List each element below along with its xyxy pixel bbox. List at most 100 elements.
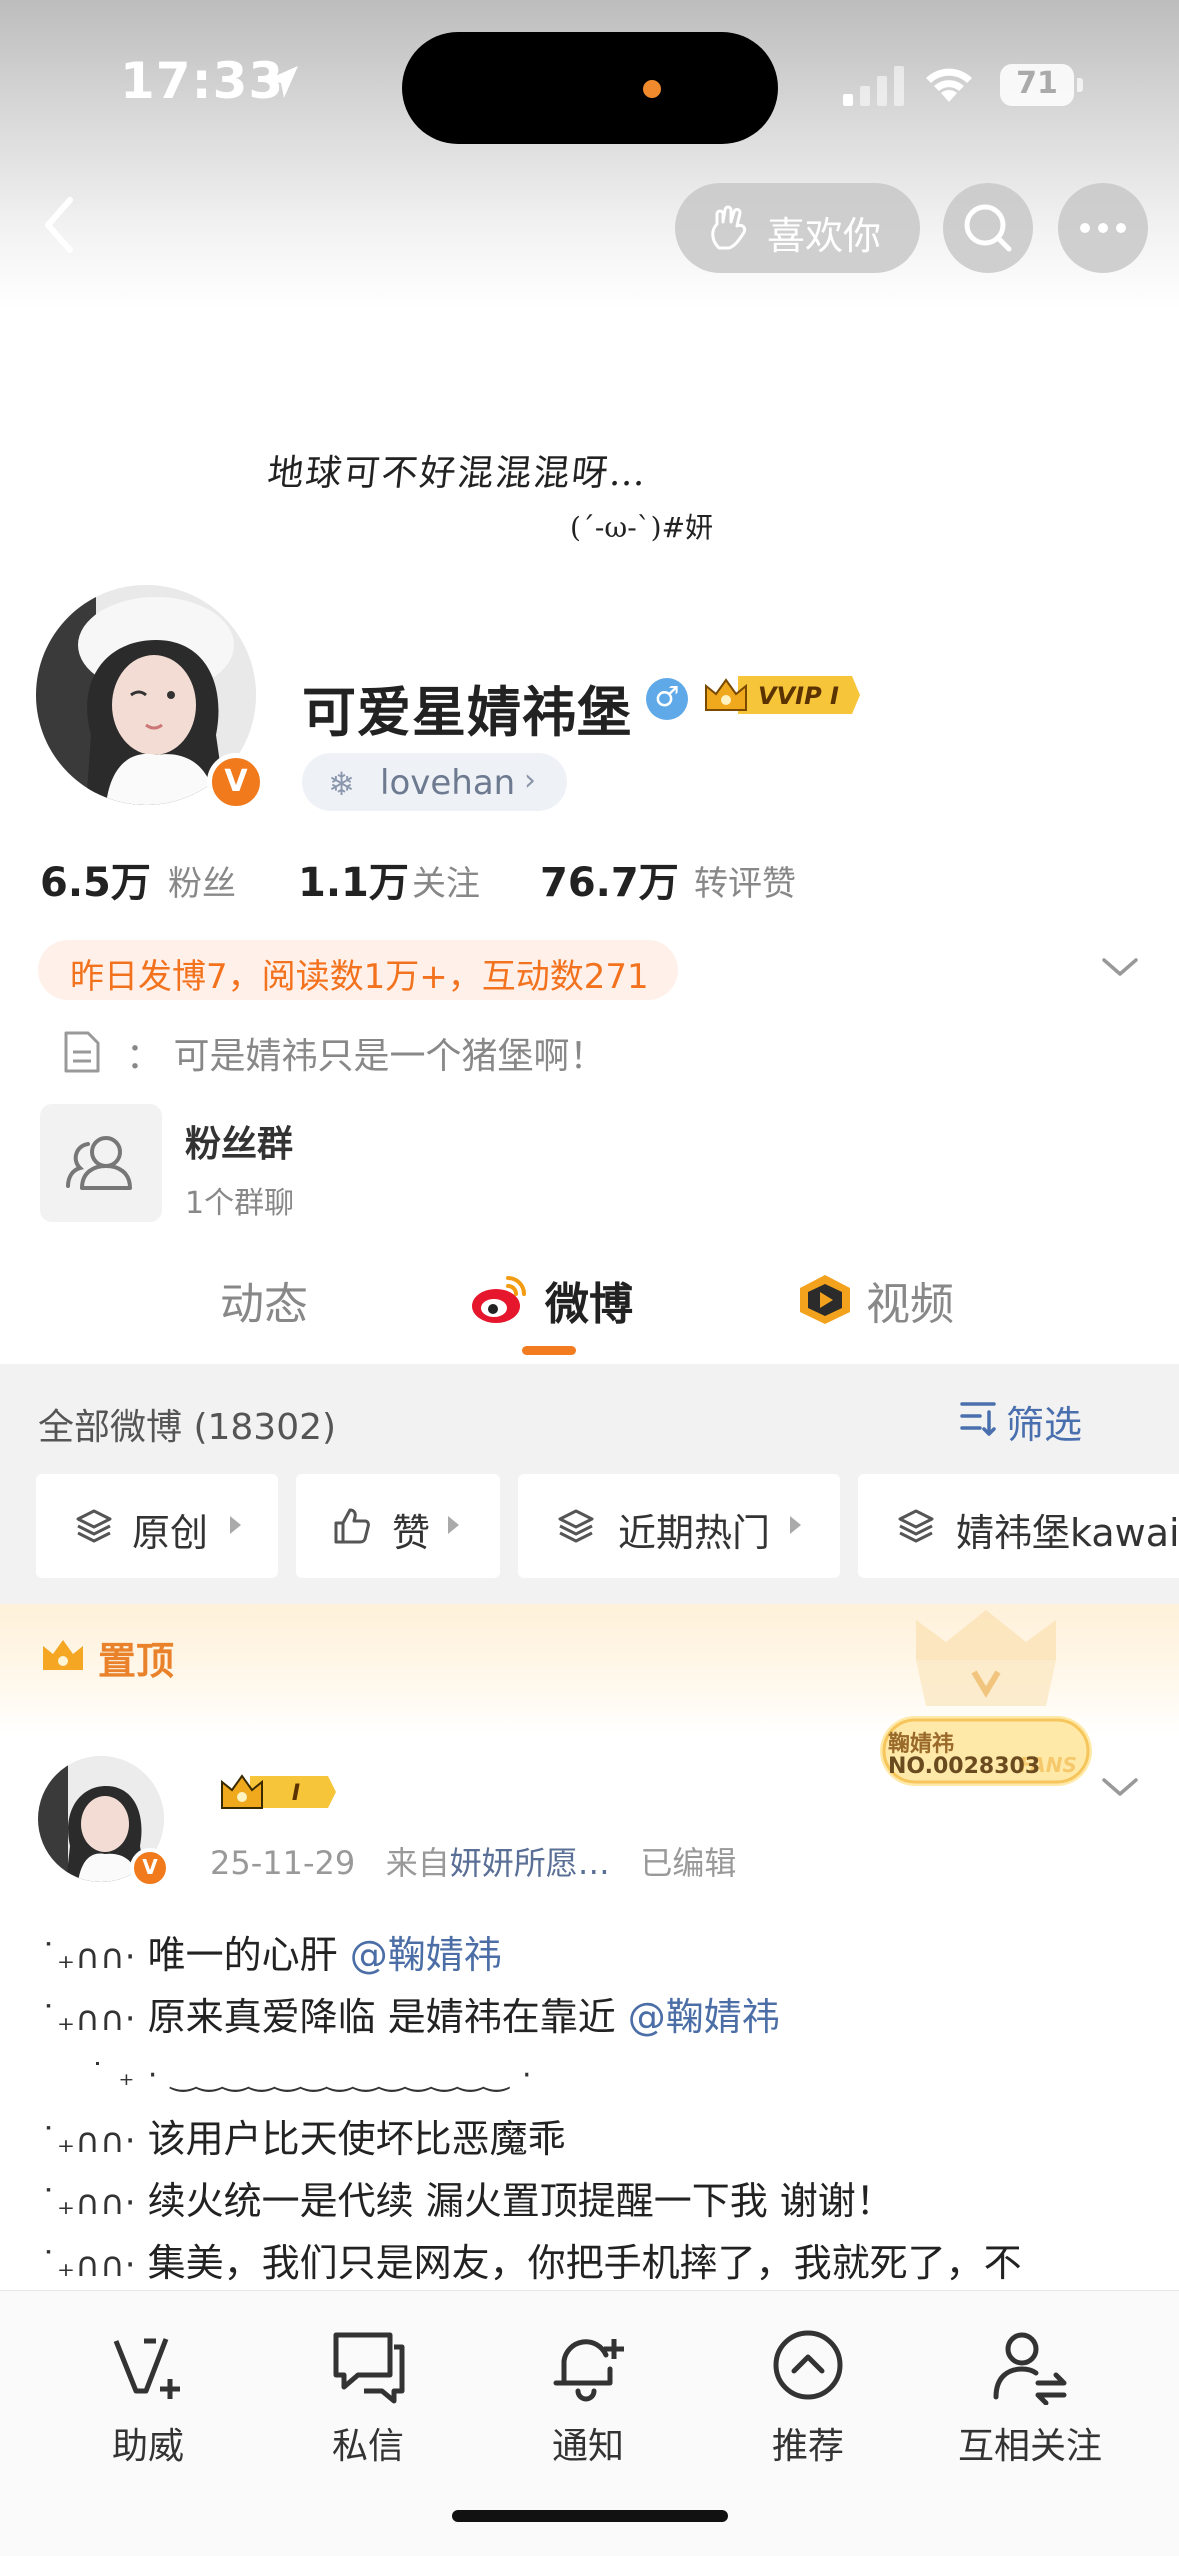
recommend-label: 推荐 xyxy=(771,2426,844,2467)
battery-tip xyxy=(1077,78,1083,92)
post-line-deco: ˙₊∩∩· xyxy=(40,2121,136,2161)
verified-badge-mark: V xyxy=(224,764,248,799)
fan-group-icon-box[interactable] xyxy=(40,1104,162,1222)
battery-icon: 71 xyxy=(1000,64,1074,106)
post-from-prefix: 来自 xyxy=(385,1844,450,1882)
fans-badge-number: NO.0028303 xyxy=(888,1754,1041,1779)
post-line: ˙₊∩∩· 原来真爱降临 是婧祎在靠近 @鞠婧祎 xyxy=(40,1986,780,2041)
tab-dynamics[interactable]: 动态 xyxy=(220,1268,308,1332)
more-button[interactable] xyxy=(1058,183,1148,273)
group-people-icon xyxy=(66,1136,132,1190)
like-you-button[interactable]: 喜欢你 xyxy=(675,183,920,273)
filter-button[interactable]: 筛选 xyxy=(960,1394,1083,1449)
crown-icon xyxy=(43,1640,83,1670)
post-line-text: 该用户比天使坏比恶魔乖 xyxy=(147,2117,566,2161)
activity-summary[interactable]: 昨日发博7，阅读数1万+，互动数271 xyxy=(38,940,678,1000)
post-menu-chevron-icon[interactable] xyxy=(1098,1770,1142,1804)
chevron-down-icon[interactable] xyxy=(1098,950,1142,984)
post-line-deco: ˙₊∩∩· xyxy=(40,1999,136,2039)
layers-icon xyxy=(898,1509,934,1543)
chip-recent-hot-label: 近期热门 xyxy=(618,1511,771,1555)
bell-icon xyxy=(553,2339,624,2402)
activity-summary-text: 昨日发博7，阅读数1万+，互动数271 xyxy=(70,957,649,997)
filter-label: 筛选 xyxy=(1006,1403,1083,1447)
video-channel-icon xyxy=(800,1275,850,1324)
chip-recent-hot[interactable]: 近期热门 xyxy=(518,1474,840,1578)
chip-likes-label: 赞 xyxy=(392,1511,431,1555)
followers-label: 粉丝 xyxy=(168,864,236,904)
tab-video[interactable]: 视频 xyxy=(866,1268,954,1332)
status-bar: 17:33 71 xyxy=(0,0,1179,170)
battery-level: 71 xyxy=(1016,66,1058,101)
message-button[interactable]: 私信 xyxy=(278,2315,458,2485)
notify-button[interactable]: 通知 xyxy=(498,2315,678,2485)
followers-count[interactable]: 6.5万 xyxy=(40,850,151,908)
mention-link[interactable]: @鞠婧祎 xyxy=(628,1995,780,2039)
post-line-text: 续火统一是代续 漏火置顶提醒一下我 谢谢！ xyxy=(147,2179,894,2223)
gender-icon: ♂ xyxy=(646,678,688,720)
post-line-deco: ˙₊∩∩· xyxy=(40,2183,136,2223)
following-count[interactable]: 1.1万 xyxy=(298,850,409,908)
mutual-follow-button[interactable]: 互相关注 xyxy=(940,2315,1120,2485)
post-line: ˙₊∩∩· 集美，我们只是网友，你把手机摔了，我就死了，不 xyxy=(40,2232,1022,2287)
cheer-label: 助威 xyxy=(111,2426,184,2467)
post-edited-label: 已编辑 xyxy=(640,1844,737,1882)
post-line-text: 唯一的心肝 xyxy=(147,1933,350,1977)
like-you-label: 喜欢你 xyxy=(767,214,882,258)
post-filter-area: 全部微博 (18302) 筛选 原创 赞 近期热门 婧祎堡kawai xyxy=(0,1364,1179,1604)
snowflake-icon: ❄ xyxy=(328,765,355,803)
chip-likes[interactable]: 赞 xyxy=(296,1474,500,1578)
chip-original-label: 原创 xyxy=(132,1511,209,1555)
chip-kawai[interactable]: 婧祎堡kawai xyxy=(858,1474,1179,1578)
fan-group-subtitle: 1个群聊 xyxy=(185,1186,295,1221)
member-level-badge: I xyxy=(221,1774,336,1809)
engagement-count[interactable]: 76.7万 xyxy=(540,850,679,908)
dynamic-island xyxy=(402,32,778,144)
layers-icon xyxy=(558,1509,594,1543)
thumbs-up-icon xyxy=(334,1508,370,1544)
caret-right-icon xyxy=(230,1516,241,1534)
verified-badge-icon: V xyxy=(207,753,265,811)
mutual-follow-icon xyxy=(993,2332,1067,2405)
banner-handwriting-line1: 地球可不好混混混呀… xyxy=(265,453,650,494)
tab-active-indicator xyxy=(522,1346,576,1355)
recording-indicator xyxy=(643,80,661,98)
engagement-label: 转评赞 xyxy=(694,864,796,904)
home-indicator[interactable] xyxy=(452,2510,728,2522)
search-button[interactable] xyxy=(943,183,1033,273)
search-icon xyxy=(964,204,1012,252)
post-meta: 25-11-29 来自妍妍所愿… 已编辑 xyxy=(210,1838,736,1884)
notify-label: 通知 xyxy=(551,2426,624,2467)
cheer-button[interactable]: 助威 xyxy=(58,2315,238,2485)
post-line-text: 集美，我们只是网友，你把手机摔了，我就死了，不 xyxy=(147,2241,1022,2285)
post-line-text: 原来真爱降临 是婧祎在靠近 xyxy=(147,1995,628,2039)
banner-handwriting-line2: (ˊ-ω-ˋ)#妍 xyxy=(570,511,714,544)
vvip-badge[interactable]: VVIP I xyxy=(702,672,862,718)
cellular-signal-icon xyxy=(843,66,904,106)
profile-name: 可爱星婧祎堡 xyxy=(302,681,632,744)
pinned-label: 置顶 xyxy=(98,1639,175,1683)
mutual-follow-label: 互相关注 xyxy=(957,2426,1102,2467)
gender-symbol: ♂ xyxy=(654,680,680,713)
post-line-deco: ˙₊∩∩· xyxy=(40,1937,136,1977)
post-date: 25-11-29 xyxy=(210,1844,356,1882)
profile-tag-button[interactable]: ❄ lovehan › xyxy=(302,753,567,811)
fan-group-title[interactable]: 粉丝群 xyxy=(185,1115,293,1167)
chip-original[interactable]: 原创 xyxy=(36,1474,278,1578)
mention-link[interactable]: @鞠婧祎 xyxy=(350,1933,502,1977)
chevron-right-icon: › xyxy=(524,763,536,798)
post-source-link[interactable]: 妍妍所愿… xyxy=(450,1844,610,1882)
recommend-button[interactable]: 推荐 xyxy=(718,2315,898,2485)
profile-bio: ： 可是婧祎只是一个猪堡啊！ xyxy=(126,1036,606,1077)
post-line: ˙₊∩∩· 该用户比天使坏比恶魔乖 xyxy=(40,2108,566,2163)
weibo-logo-icon xyxy=(472,1276,526,1323)
all-posts-count: 全部微博 (18302) xyxy=(38,1407,337,1448)
tab-weibo[interactable]: 微博 xyxy=(545,1268,633,1332)
post-line: ˙₊∩∩· 续火统一是代续 漏火置顶提醒一下我 谢谢！ xyxy=(40,2170,894,2225)
v-plus-icon xyxy=(113,2338,180,2399)
back-button[interactable] xyxy=(30,190,90,260)
message-label: 私信 xyxy=(331,2426,404,2467)
vvip-label: VVIP I xyxy=(758,682,839,710)
post-line-deco: ˙₊∩∩· xyxy=(40,2245,136,2285)
wifi-icon xyxy=(926,68,972,102)
